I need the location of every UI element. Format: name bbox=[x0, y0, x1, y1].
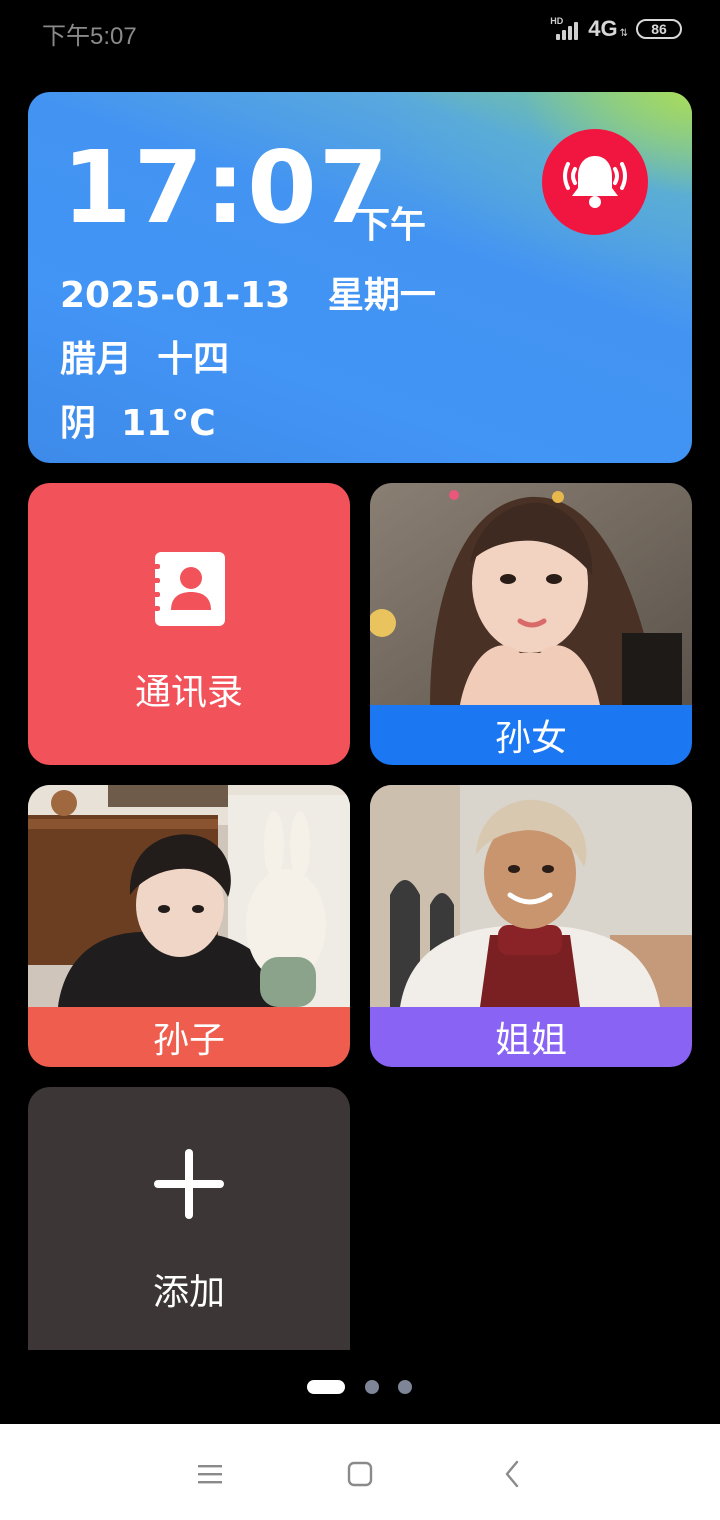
battery-icon: 86 bbox=[636, 19, 682, 39]
page-dot-active[interactable] bbox=[307, 1380, 345, 1394]
clock-weather-card[interactable]: 17:07 下午 2025-01-13 星期一 腊月 十四 阴 11°C bbox=[28, 92, 692, 463]
sister-photo bbox=[370, 785, 692, 1007]
navigation-bar bbox=[0, 1424, 720, 1520]
sister-name: 姐姐 bbox=[370, 1007, 692, 1067]
home-button[interactable] bbox=[340, 1454, 380, 1494]
status-icons: HD 4G ⇅ 86 bbox=[550, 14, 682, 44]
contact-tile-granddaughter[interactable]: 孙女 bbox=[370, 483, 692, 765]
clock-ampm: 下午 bbox=[354, 205, 427, 246]
add-contact-tile[interactable]: 添加 bbox=[28, 1087, 350, 1350]
temperature: 11°C bbox=[121, 403, 216, 444]
lunar-month: 腊月 bbox=[60, 339, 133, 380]
contacts-book-icon bbox=[150, 552, 225, 626]
network-type: 4G bbox=[588, 16, 618, 41]
battery-level: 86 bbox=[651, 21, 667, 37]
back-chevron-icon bbox=[505, 1460, 519, 1488]
menu-button[interactable] bbox=[190, 1454, 230, 1494]
page-dot[interactable] bbox=[398, 1380, 412, 1394]
granddaughter-photo bbox=[370, 483, 692, 705]
hd-badge: HD bbox=[550, 16, 564, 26]
lunar-day: 十四 bbox=[157, 339, 230, 380]
status-time: 下午5:07 bbox=[42, 23, 137, 50]
clock-time: 17:07 bbox=[62, 129, 391, 246]
page-indicator[interactable] bbox=[0, 1378, 720, 1398]
grandson-photo bbox=[28, 785, 350, 1007]
back-button[interactable] bbox=[492, 1454, 532, 1494]
weather: 阴 11°C bbox=[60, 394, 216, 446]
weekday-text: 星期一 bbox=[327, 275, 436, 316]
add-label: 添加 bbox=[152, 1272, 225, 1313]
contacts-label: 通讯录 bbox=[134, 672, 243, 713]
alarm-button[interactable] bbox=[542, 129, 648, 235]
signal-icon: HD bbox=[550, 16, 580, 40]
contact-tile-grandson[interactable]: 孙子 bbox=[28, 785, 350, 1067]
grandson-name: 孙子 bbox=[28, 1007, 350, 1067]
menu-icon bbox=[198, 1465, 222, 1484]
home-square-icon bbox=[347, 1461, 373, 1487]
date-text: 2025-01-13 bbox=[60, 275, 291, 316]
alarm-bell-icon bbox=[563, 156, 627, 208]
data-arrows-icon: ⇅ bbox=[619, 27, 628, 39]
plus-icon bbox=[154, 1149, 224, 1219]
clock-date: 2025-01-13 星期一 bbox=[60, 266, 436, 318]
page-dot[interactable] bbox=[365, 1380, 379, 1394]
status-bar: 下午5:07 HD 4G ⇅ 86 bbox=[0, 0, 720, 60]
contacts-tile[interactable]: 通讯录 bbox=[28, 483, 350, 765]
contact-tile-sister[interactable]: 姐姐 bbox=[370, 785, 692, 1067]
weather-condition: 阴 bbox=[60, 403, 97, 444]
lunar-date: 腊月 十四 bbox=[60, 330, 229, 382]
granddaughter-name: 孙女 bbox=[370, 705, 692, 765]
